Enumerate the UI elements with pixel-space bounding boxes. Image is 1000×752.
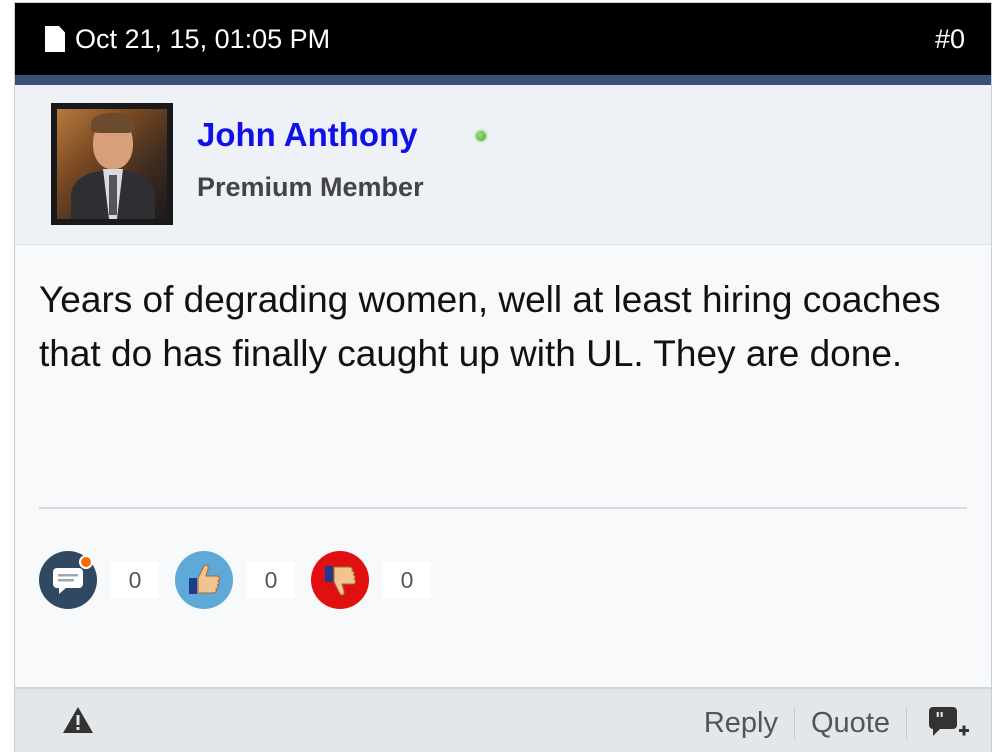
dislike-button[interactable] [311,551,369,609]
footer-actions: Reply Quote " [688,705,971,741]
reactions-bar: 0 0 0 [39,551,447,609]
post-date-wrap: Oct 21, 15, 01:05 PM [45,23,330,55]
author-role: Premium Member [197,172,424,202]
comment-icon [53,568,83,594]
thumbs-down-icon [325,566,356,596]
post-header: Oct 21, 15, 01:05 PM #0 [15,3,991,85]
online-status-icon [474,129,488,143]
svg-text:": " [935,709,944,730]
reply-button[interactable]: Reply [688,706,794,740]
post-body: Years of degrading women, well at least … [39,279,941,374]
like-count: 0 [247,562,295,598]
quote-button[interactable]: Quote [795,706,906,740]
document-icon [45,26,65,52]
post-date: Oct 21, 15, 01:05 PM [75,24,331,54]
forum-post: Oct 21, 15, 01:05 PM #0 John Anthony Pre… [14,2,992,752]
separator [906,707,907,739]
author-panel: John Anthony Premium Member [15,85,991,245]
multiquote-icon[interactable]: " [927,705,971,741]
avatar-image [57,109,167,219]
comment-count: 0 [111,562,159,598]
post-number-link[interactable]: #0 [935,23,965,55]
notification-badge [79,555,93,569]
post-footer: Reply Quote " [15,687,991,752]
divider [39,507,967,509]
avatar[interactable] [51,103,173,225]
like-button[interactable] [175,551,233,609]
comment-button[interactable] [39,551,97,609]
thumbs-up-icon [189,564,220,594]
warning-icon[interactable] [61,705,95,735]
dislike-count: 0 [383,562,431,598]
author-name-link[interactable]: John Anthony [197,115,418,155]
